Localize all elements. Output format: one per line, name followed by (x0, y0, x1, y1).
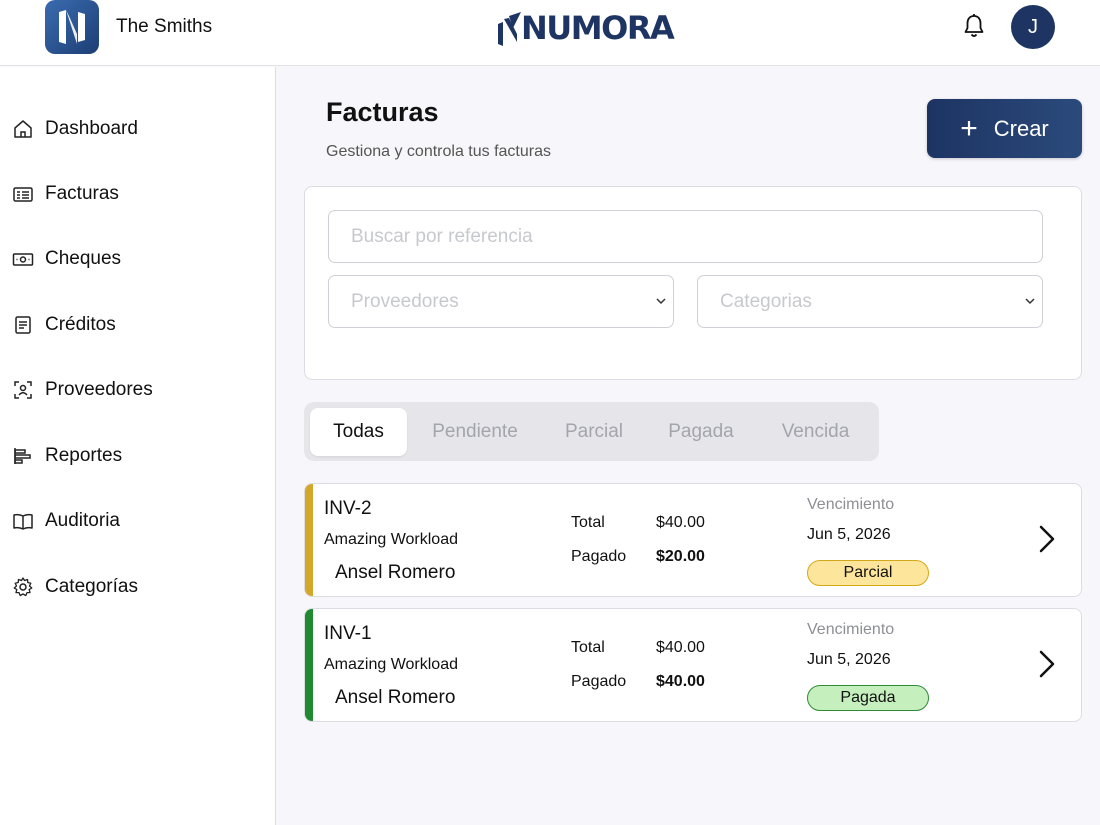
avatar[interactable]: J (1011, 5, 1055, 49)
sidebar-item-categorias[interactable]: Categorías (12, 572, 138, 602)
tab-vencida[interactable]: Vencida (758, 408, 873, 456)
sidebar: Dashboard Facturas Cheques Créditos Prov… (0, 67, 276, 825)
due-label: Vencimiento (807, 621, 895, 638)
brand-logo: NUMORA (497, 8, 675, 48)
sidebar-item-reportes[interactable]: Reportes (12, 441, 122, 471)
brand-mark-icon (498, 12, 521, 46)
sidebar-item-label: Dashboard (45, 118, 138, 139)
create-button[interactable]: + Crear (927, 99, 1082, 158)
book-icon (13, 513, 33, 530)
page-title: Facturas (326, 97, 439, 127)
sidebar-item-label: Créditos (45, 314, 116, 335)
chevron-right-icon[interactable] (1038, 649, 1056, 679)
status-stripe (305, 609, 313, 721)
categories-select-text: Categorias (720, 290, 812, 312)
document-icon (15, 316, 31, 334)
sidebar-item-cheques[interactable]: Cheques (12, 244, 121, 274)
top-header: The Smiths NUMORA J (0, 0, 1100, 66)
org-logo-mark-icon (59, 10, 85, 44)
categories-select[interactable]: Categorias (697, 275, 1043, 328)
sidebar-item-label: Proveedores (45, 379, 153, 400)
due-date: Jun 5, 2026 (807, 526, 891, 543)
sidebar-item-creditos[interactable]: Créditos (12, 310, 116, 340)
brand-name: NUMORA (521, 9, 675, 47)
total-label: Total (571, 639, 605, 656)
sidebar-item-dashboard[interactable]: Dashboard (12, 114, 138, 144)
total-value: $40.00 (656, 639, 705, 656)
paid-value: $20.00 (656, 548, 705, 565)
chevron-right-icon[interactable] (1038, 524, 1056, 554)
org-logo[interactable] (45, 0, 99, 54)
org-name[interactable]: The Smiths (116, 16, 212, 38)
paid-label: Pagado (571, 548, 627, 565)
sidebar-item-label: Cheques (45, 248, 122, 269)
total-value: $40.00 (656, 514, 705, 531)
invoice-provider: Ansel Romero (335, 562, 456, 583)
filter-card: Proveedores Categorias (304, 186, 1082, 380)
sidebar-item-label: Facturas (45, 183, 119, 204)
bell-icon[interactable] (962, 13, 986, 39)
total-label: Total (571, 514, 605, 531)
tab-pagada[interactable]: Pagada (651, 408, 751, 456)
status-tabs: Todas Pendiente Parcial Pagada Vencida (304, 402, 879, 461)
providers-select[interactable]: Proveedores (328, 275, 674, 328)
sidebar-item-label: Auditoria (45, 510, 120, 531)
invoice-card[interactable]: INV-2 Amazing Workload Ansel Romero Tota… (304, 483, 1082, 597)
status-stripe (305, 484, 313, 596)
sidebar-item-auditoria[interactable]: Auditoria (12, 506, 120, 536)
tab-pendiente[interactable]: Pendiente (414, 408, 536, 456)
due-date: Jun 5, 2026 (807, 651, 891, 668)
sidebar-item-proveedores[interactable]: Proveedores (12, 375, 153, 405)
invoice-workload: Amazing Workload (324, 656, 458, 673)
tab-parcial[interactable]: Parcial (544, 408, 644, 456)
chevron-down-icon (656, 298, 666, 305)
create-button-label: Crear (993, 115, 1049, 141)
sidebar-item-facturas[interactable]: Facturas (12, 179, 119, 209)
banknote-icon (12, 253, 34, 266)
search-input[interactable] (328, 210, 1043, 263)
sidebar-item-label: Categorías (45, 576, 138, 597)
paid-value: $40.00 (656, 673, 705, 690)
paid-label: Pagado (571, 673, 627, 690)
tab-todas[interactable]: Todas (310, 408, 407, 456)
user-scan-icon (14, 381, 32, 399)
report-icon (14, 448, 31, 464)
home-icon (14, 120, 32, 138)
sidebar-item-label: Reportes (45, 445, 123, 466)
invoice-ref: INV-2 (324, 498, 372, 519)
invoice-provider: Ansel Romero (335, 687, 456, 708)
status-badge: Pagada (807, 685, 929, 711)
invoice-ref: INV-1 (324, 623, 372, 644)
providers-select-text: Proveedores (351, 290, 459, 312)
gear-icon (13, 577, 33, 597)
plus-icon: + (960, 111, 978, 145)
invoice-workload: Amazing Workload (324, 531, 458, 548)
due-label: Vencimiento (807, 496, 895, 513)
page-subtitle: Gestiona y controla tus facturas (326, 143, 551, 160)
chevron-down-icon (1025, 298, 1035, 305)
status-badge: Parcial (807, 560, 929, 586)
invoice-card[interactable]: INV-1 Amazing Workload Ansel Romero Tota… (304, 608, 1082, 722)
invoice-icon (13, 187, 33, 202)
